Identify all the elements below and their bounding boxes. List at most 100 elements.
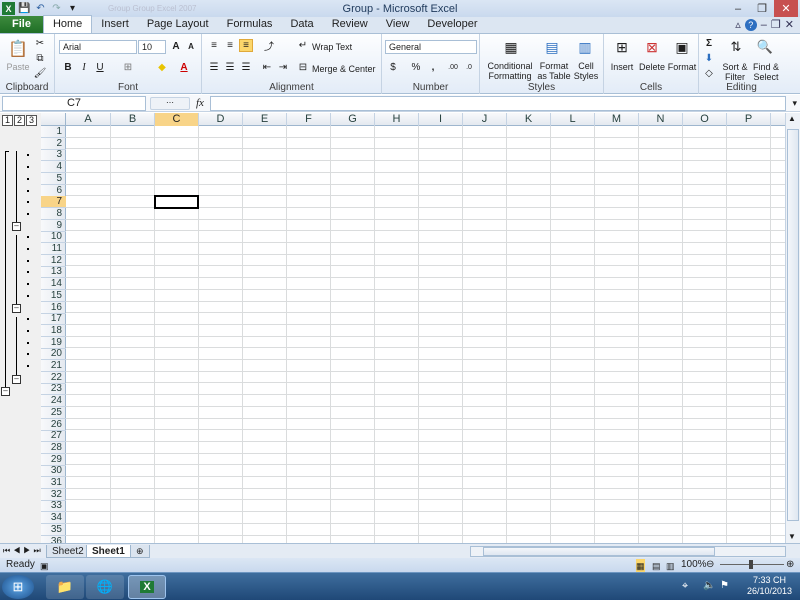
zoom-in-icon[interactable]: ⊕: [786, 558, 794, 572]
increase-indent-icon[interactable]: ⇥: [276, 61, 290, 74]
format-as-table-icon[interactable]: ▤: [541, 37, 563, 57]
font-color-icon[interactable]: A: [177, 61, 191, 74]
italic-icon[interactable]: I: [77, 61, 91, 74]
row-header-31[interactable]: 31: [41, 477, 66, 489]
row-header-16[interactable]: 16: [41, 302, 66, 314]
column-header-i[interactable]: I: [419, 113, 463, 126]
formula-input[interactable]: [210, 96, 786, 111]
collapse-group-button[interactable]: –: [1, 387, 10, 396]
column-header-d[interactable]: D: [199, 113, 243, 126]
format-as-table-button[interactable]: Format as Table: [536, 61, 572, 81]
row-header-4[interactable]: 4: [41, 161, 66, 174]
decrease-indent-icon[interactable]: ⇤: [260, 61, 274, 74]
excel-taskbar-icon[interactable]: X: [128, 575, 166, 599]
page-layout-view-icon[interactable]: ▤: [652, 559, 661, 573]
explorer-taskbar-icon[interactable]: 📁: [46, 575, 84, 599]
flag-icon[interactable]: ⚑: [720, 580, 729, 591]
expand-formula-bar-icon[interactable]: ▾: [792, 98, 797, 109]
fill-icon[interactable]: ⬇: [702, 52, 716, 65]
horizontal-scrollbar[interactable]: [470, 546, 786, 557]
row-header-10[interactable]: 10: [41, 231, 66, 244]
sort-filter-icon[interactable]: ⇅: [726, 37, 746, 57]
grow-font-icon[interactable]: A: [169, 40, 183, 53]
paste-button[interactable]: Paste: [4, 62, 32, 72]
merge-center-button[interactable]: Merge & Center: [312, 64, 380, 74]
find-select-icon[interactable]: 🔍: [755, 37, 775, 57]
formula-bar-handle[interactable]: ⋯: [150, 97, 190, 110]
delete-button[interactable]: Delete: [637, 62, 667, 72]
column-header-h[interactable]: H: [375, 113, 419, 126]
tab-file[interactable]: File: [0, 16, 43, 33]
tab-data[interactable]: Data: [281, 16, 322, 33]
sheet-tab-sheet2[interactable]: Sheet2: [46, 545, 90, 558]
align-top-icon[interactable]: ≡: [207, 39, 221, 52]
column-header-l[interactable]: L: [551, 113, 595, 126]
row-header-14[interactable]: 14: [41, 278, 66, 291]
row-header-26[interactable]: 26: [41, 419, 66, 431]
align-right-icon[interactable]: ☰: [239, 61, 253, 74]
row-header-36[interactable]: 36: [41, 536, 66, 544]
collapse-group-button[interactable]: –: [12, 304, 21, 313]
close-button[interactable]: ✕: [774, 0, 798, 17]
font-size-select[interactable]: 10: [138, 40, 166, 54]
row-header-3[interactable]: 3: [41, 149, 66, 162]
row-header-32[interactable]: 32: [41, 489, 66, 501]
merge-center-icon[interactable]: ⊟: [296, 61, 310, 74]
row-header-2[interactable]: 2: [41, 138, 66, 150]
comma-style-icon[interactable]: ,: [426, 61, 440, 74]
outline-level-2-button[interactable]: 2: [14, 115, 25, 126]
wrap-text-icon[interactable]: ↵: [296, 39, 310, 52]
tab-developer[interactable]: Developer: [418, 16, 486, 33]
minimize-ribbon-icon[interactable]: ▵: [735, 18, 741, 31]
conditional-formatting-icon[interactable]: ▦: [500, 37, 522, 57]
cell-styles-icon[interactable]: ▥: [574, 37, 596, 57]
insert-function-icon[interactable]: fx: [196, 97, 204, 109]
format-cells-icon[interactable]: ▣: [672, 37, 692, 57]
save-icon[interactable]: 💾: [18, 2, 31, 15]
row-header-19[interactable]: 19: [41, 337, 66, 349]
row-header-23[interactable]: 23: [41, 383, 66, 396]
row-header-12[interactable]: 12: [41, 255, 66, 267]
find-select-button[interactable]: Find & Select: [751, 62, 781, 82]
macro-record-icon[interactable]: ▣: [40, 559, 49, 573]
row-header-7[interactable]: 7: [41, 196, 66, 209]
bold-icon[interactable]: B: [61, 61, 75, 74]
insert-sheet-icon[interactable]: ⊕: [130, 545, 150, 558]
column-header-o[interactable]: O: [683, 113, 727, 126]
selected-cell[interactable]: [154, 195, 199, 209]
insert-button[interactable]: Insert: [606, 62, 638, 72]
orientation-icon[interactable]: ⤴: [262, 39, 276, 53]
number-format-select[interactable]: General: [385, 40, 477, 54]
tab-formulas[interactable]: Formulas: [218, 16, 282, 33]
format-painter-icon[interactable]: 🖌: [33, 67, 47, 80]
column-header-k[interactable]: K: [507, 113, 551, 126]
customize-toolbar-icon[interactable]: ▾: [66, 2, 79, 15]
row-header-24[interactable]: 24: [41, 395, 66, 408]
shrink-font-icon[interactable]: A: [184, 40, 198, 53]
tab-page-layout[interactable]: Page Layout: [138, 16, 218, 33]
zoom-out-icon[interactable]: ⊖: [706, 558, 714, 572]
collapse-group-button[interactable]: –: [12, 222, 21, 231]
fill-color-icon[interactable]: ◆: [155, 61, 169, 74]
tab-view[interactable]: View: [377, 16, 419, 33]
row-header-9[interactable]: 9: [41, 220, 66, 232]
redo-icon[interactable]: ↷: [50, 2, 63, 15]
column-header-j[interactable]: J: [463, 113, 507, 126]
cell-styles-button[interactable]: Cell Styles: [572, 61, 600, 81]
zoom-slider-thumb[interactable]: [749, 560, 753, 569]
row-header-30[interactable]: 30: [41, 465, 66, 478]
row-header-35[interactable]: 35: [41, 524, 66, 536]
format-button[interactable]: Format: [666, 62, 698, 72]
align-left-icon[interactable]: ☰: [207, 61, 221, 74]
tab-home[interactable]: Home: [42, 15, 93, 33]
horizontal-scroll-thumb[interactable]: [483, 547, 715, 556]
minimize-button[interactable]: –: [726, 0, 750, 17]
restore-button[interactable]: ❐: [750, 0, 774, 17]
collapse-group-button[interactable]: –: [12, 375, 21, 384]
outline-level-3-button[interactable]: 3: [26, 115, 37, 126]
row-header-15[interactable]: 15: [41, 290, 66, 302]
sheet-tab-sheet1[interactable]: Sheet1: [86, 545, 131, 558]
center-icon[interactable]: ☰: [223, 61, 237, 74]
scroll-thumb[interactable]: [787, 129, 799, 521]
select-all-button[interactable]: [41, 113, 66, 126]
